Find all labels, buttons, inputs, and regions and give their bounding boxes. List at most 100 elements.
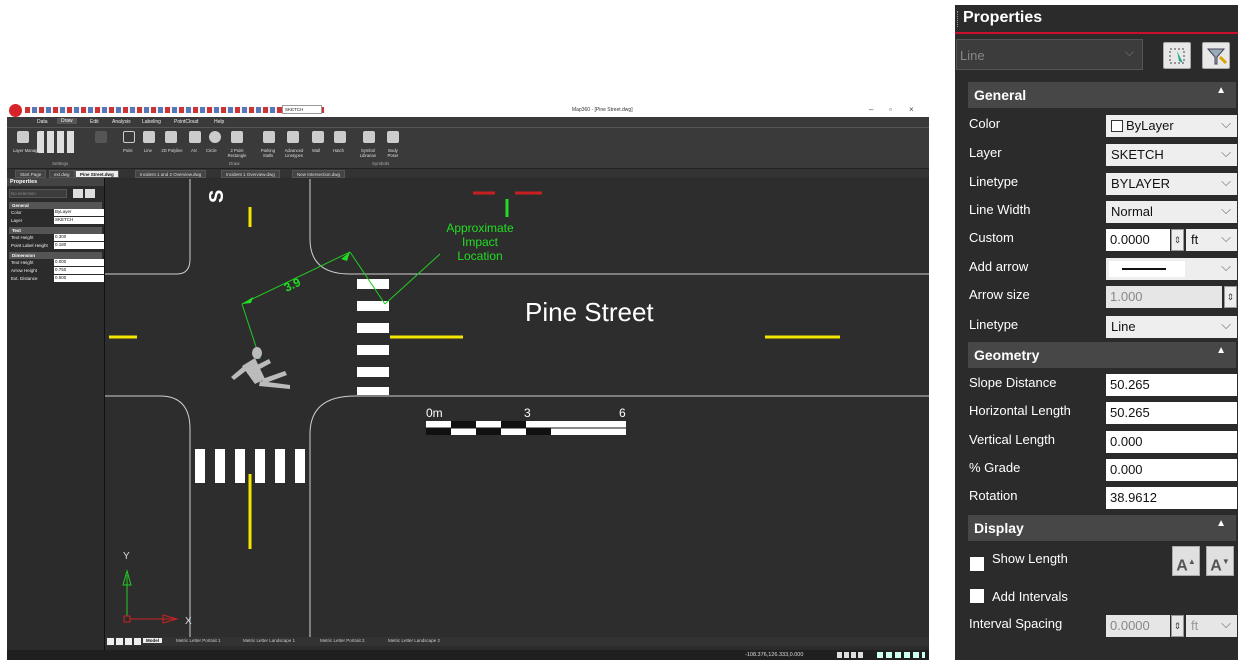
collapse-icon: ▲	[1216, 345, 1226, 356]
close-icon[interactable]: ×	[909, 105, 914, 114]
layer-dropdown[interactable]: SKETCH	[282, 105, 322, 114]
layer-manager-icon[interactable]	[17, 131, 29, 143]
quick-access-toolbar[interactable]	[25, 107, 325, 113]
dimension-value: 3.9	[282, 275, 303, 295]
status-tray-icons[interactable]	[877, 652, 925, 658]
quick-select-icon[interactable]	[1163, 42, 1191, 69]
section-general[interactable]: General ▲	[968, 82, 1236, 108]
tab-model[interactable]: Model	[143, 638, 162, 643]
tab-layout-landscape-2[interactable]: Metric Letter Landscape 2	[385, 638, 443, 643]
tab-layout-portrait-1[interactable]: Metric Letter Portrait 1	[173, 638, 224, 643]
quick-select-icon[interactable]	[73, 189, 83, 198]
doc-tab-incident-1-2[interactable]: Incident 1 and 2 Overview.dwg	[135, 170, 207, 178]
dimension-lines	[241, 251, 441, 360]
horizontal-length-value[interactable]: 50.265	[1106, 402, 1237, 424]
show-length-label: Show Length	[992, 551, 1068, 566]
vertical-length-value[interactable]: 0.000	[1106, 431, 1237, 453]
decrease-text-size-icon[interactable]: A▼	[1206, 546, 1234, 576]
maximize-icon[interactable]: ▫	[889, 105, 892, 114]
doc-tab-ext[interactable]: ext.dwg	[49, 170, 75, 178]
point-icon[interactable]	[123, 131, 135, 143]
left-section-text[interactable]: Text	[9, 227, 102, 234]
drawing-canvas[interactable]: S Pine Street Approximate Impact Locatio…	[105, 179, 929, 637]
arrow-size-stepper[interactable]: ⇕	[1224, 286, 1237, 308]
app-logo-icon[interactable]	[9, 104, 22, 117]
add-arrow-dropdown[interactable]: ⌵	[1106, 258, 1237, 280]
line-icon[interactable]	[143, 131, 155, 143]
symbol-librarian-icon[interactable]	[363, 131, 375, 143]
map360-window: SKETCH Map360 - [Pine Street.dwg] – ▫ × …	[7, 103, 929, 660]
arc-icon[interactable]	[189, 131, 201, 143]
menu-data[interactable]: Data	[37, 119, 48, 125]
layer-tools-icon[interactable]	[37, 131, 77, 153]
label-line-width: Line Width	[969, 202, 1031, 217]
label-linetype-style: Linetype	[969, 317, 1019, 332]
interval-spacing-input[interactable]: 0.0000	[1106, 615, 1170, 637]
layer-dropdown[interactable]: SKETCH ⌵	[1106, 144, 1237, 166]
ribbon-label: Advanced Linetypes	[284, 148, 304, 158]
ribbon-label: 2 Point Rectangle	[227, 148, 247, 158]
add-intervals-checkbox[interactable]	[970, 589, 984, 603]
left-row: Text Height 0.300	[9, 234, 104, 242]
menu-draw[interactable]: Draw	[57, 118, 77, 124]
wall-icon[interactable]	[312, 131, 324, 143]
doc-tab-pine-street[interactable]: Pine Street.dwg	[75, 170, 119, 178]
hatch-icon[interactable]	[334, 131, 346, 143]
custom-width-stepper[interactable]: ⇕	[1171, 229, 1184, 251]
show-length-checkbox[interactable]	[970, 557, 984, 571]
parking-stalls-icon[interactable]	[263, 131, 275, 143]
title-bar: SKETCH Map360 - [Pine Street.dwg] – ▫ ×	[7, 103, 929, 117]
menu-pointcloud[interactable]: PointCloud	[174, 119, 198, 125]
menu-analysis[interactable]: Analysis	[112, 119, 131, 125]
section-display[interactable]: Display ▲	[968, 515, 1236, 541]
filter-icon[interactable]	[85, 189, 95, 198]
color-dropdown[interactable]: ByLayer ⌵	[1106, 115, 1237, 137]
left-selection-dropdown[interactable]: No selection	[9, 189, 67, 198]
circle-icon[interactable]	[209, 131, 221, 143]
minimize-icon[interactable]: –	[869, 105, 873, 114]
left-section-general[interactable]: General	[9, 202, 102, 209]
ribbon-label: Symbol Librarian	[359, 148, 377, 158]
body-poser-icon[interactable]	[387, 131, 399, 143]
interval-unit-dropdown[interactable]: ft ⌵	[1186, 615, 1237, 637]
tab-layout-landscape-1[interactable]: Metric Letter Landscape 1	[240, 638, 298, 643]
linetype-dropdown[interactable]: BYLAYER ⌵	[1106, 173, 1237, 195]
menu-edit[interactable]: Edit	[90, 119, 99, 125]
rectangle-icon[interactable]	[231, 131, 243, 143]
tab-layout-portrait-2[interactable]: Metric Letter Portrait 2	[317, 638, 368, 643]
section-geometry[interactable]: Geometry ▲	[968, 342, 1236, 368]
doc-tab-start-page[interactable]: Start Page	[15, 170, 47, 178]
scale-label-6: 6	[619, 406, 626, 420]
label-slope-distance: Slope Distance	[969, 375, 1057, 390]
window-title: Map360 - [Pine Street.dwg]	[572, 107, 633, 113]
layout-tabs: Model Metric Letter Portrait 1 Metric Le…	[105, 637, 929, 646]
doc-tab-new-intersection[interactable]: New Intersection.dwg	[292, 170, 346, 178]
line-width-dropdown[interactable]: Normal ⌵	[1106, 201, 1237, 223]
arrow-size-input[interactable]: 1.000	[1106, 286, 1222, 308]
custom-width-input[interactable]: 0.0000	[1106, 229, 1170, 251]
doc-tab-incident-1[interactable]: Incident 1 Overview.dwg	[221, 170, 280, 178]
add-intervals-label: Add Intervals	[992, 589, 1068, 604]
increase-text-size-icon[interactable]: A▲	[1172, 546, 1200, 576]
interval-spacing-stepper[interactable]: ⇕	[1171, 615, 1184, 637]
selection-dropdown[interactable]: Line ⌵	[956, 39, 1143, 70]
grade-value[interactable]: 0.000	[1106, 459, 1237, 481]
advanced-linetypes-icon[interactable]	[287, 131, 299, 143]
left-row: Ext. Distance 0.500	[9, 275, 104, 283]
left-row: Point Label Height 0.180	[9, 242, 104, 250]
rotation-value[interactable]: 38.9612	[1106, 487, 1237, 509]
axis-x-label: X	[185, 616, 192, 627]
ribbon-label: Point	[123, 148, 133, 153]
drag-grip-icon[interactable]	[957, 11, 960, 27]
filter-icon[interactable]	[1202, 42, 1230, 69]
linetype-style-dropdown[interactable]: Line ⌵	[1106, 316, 1237, 338]
polyline-icon[interactable]	[165, 131, 177, 143]
tab-nav-arrows-icon[interactable]	[107, 638, 141, 645]
menu-help[interactable]: Help	[214, 119, 224, 125]
left-section-dimension[interactable]: Dimension	[9, 252, 102, 259]
curb-line	[105, 179, 191, 275]
custom-unit-dropdown[interactable]: ft ⌵	[1186, 229, 1237, 251]
status-toggles[interactable]	[837, 652, 863, 658]
slope-distance-value[interactable]: 50.265	[1106, 374, 1237, 396]
menu-labeling[interactable]: Labeling	[142, 119, 161, 125]
